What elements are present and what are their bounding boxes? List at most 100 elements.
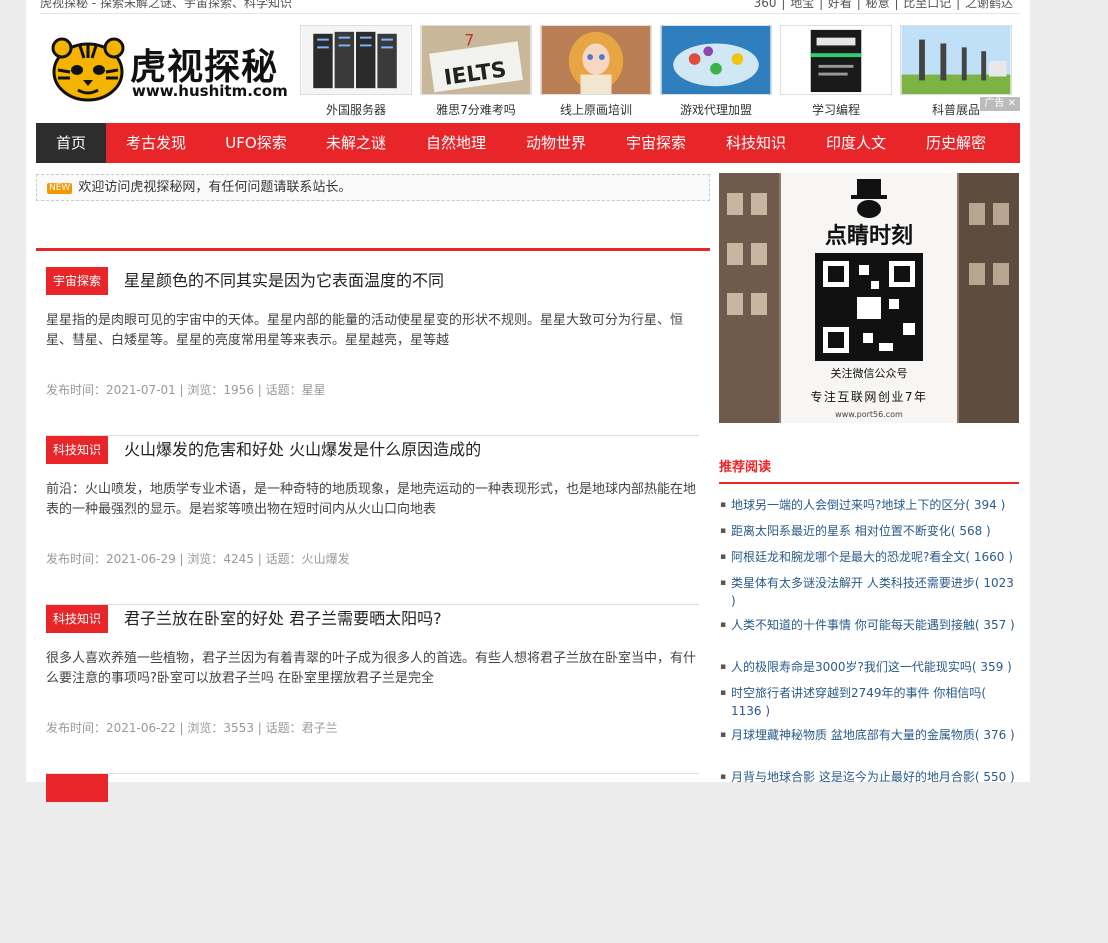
recommend-heading: 推荐阅读 bbox=[719, 456, 1019, 484]
topic-link[interactable]: 君子兰 bbox=[302, 721, 338, 735]
site-url: www.hushitm.com bbox=[132, 82, 288, 100]
view-count: ( 1660 ) bbox=[965, 550, 1013, 564]
recommend-title[interactable]: 月球埋藏神秘物质 盆地底部有大量的金属物质 bbox=[731, 728, 975, 742]
nav-item-science[interactable]: 科技知识 bbox=[706, 123, 806, 163]
nav-item-mysteries[interactable]: 未解之谜 bbox=[306, 123, 406, 163]
side-ad-brand: 点睛时刻 bbox=[825, 223, 913, 249]
topic-link[interactable]: 火山爆发 bbox=[302, 552, 350, 566]
recommend-title[interactable]: 类星体有太多谜没法解开 人类科技还需要进步 bbox=[731, 576, 975, 590]
category-tag[interactable] bbox=[46, 774, 108, 802]
category-tag[interactable]: 科技知识 bbox=[46, 605, 108, 633]
top-link[interactable]: 地宝 bbox=[790, 0, 814, 10]
nav-item-ufo[interactable]: UFO探索 bbox=[206, 123, 306, 163]
close-icon[interactable]: ✕ bbox=[1008, 98, 1016, 109]
recommend-heading-text: 推荐阅读 bbox=[719, 460, 772, 475]
recommend-title[interactable]: 阿根廷龙和腕龙哪个是最大的恐龙呢?看全文 bbox=[731, 550, 965, 564]
article-meta: 发布时间：2021-06-22 | 浏览：3553 | 话题：君子兰 bbox=[46, 719, 338, 736]
article-meta: 发布时间：2021-07-01 | 浏览：1956 | 话题：星星 bbox=[46, 381, 326, 398]
recommend-item[interactable]: 人的极限寿命是3000岁?我们这一代能现实吗( 359 ) bbox=[719, 658, 1019, 676]
ad-caption: 线上原画培训 bbox=[559, 103, 632, 117]
article-meta-text: 发布时间：2021-06-29 | 浏览：4245 | 话题： bbox=[46, 552, 302, 566]
svg-text:7: 7 bbox=[464, 31, 474, 49]
article-item: 科技知识 君子兰放在卧室的好处 君子兰需要晒太阳吗? 很多人喜欢养殖一些植物，君… bbox=[46, 605, 699, 774]
article-summary: 很多人喜欢养殖一些植物，君子兰因为有着青翠的叶子成为很多人的首选。有些人想将君子… bbox=[46, 651, 697, 686]
ad-caption: 游戏代理加盟 bbox=[679, 103, 752, 117]
site-logo[interactable]: 虎视探秘 www.hushitm.com bbox=[50, 36, 288, 104]
nav-item-geography[interactable]: 自然地理 bbox=[406, 123, 506, 163]
ad-item[interactable]: 线上原画培训 bbox=[540, 25, 652, 117]
top-link[interactable]: 360 bbox=[754, 0, 777, 10]
hacker-book-icon bbox=[780, 25, 892, 95]
recommend-title[interactable]: 人的极限寿命是3000岁?我们这一代能现实吗 bbox=[731, 660, 972, 674]
ielts-book-icon: IELTS 7 bbox=[420, 25, 532, 95]
tiger-logo-icon bbox=[51, 37, 125, 102]
notice-text: 欢迎访问虎视探秘网，有任何问题请联系站长。 bbox=[78, 180, 352, 195]
view-count: ( 568 ) bbox=[950, 524, 991, 538]
top-ad-strip: 外国服务器 IELTS 7 雅思7分难考吗 线上原画培训 游戏代理加盟 学习编程… bbox=[300, 25, 1020, 117]
top-link[interactable]: 好看 bbox=[828, 0, 852, 10]
article-list: 宇宙探索 星星颜色的不同其实是因为它表面温度的不同 星星指的是肉眼可见的宇宙中的… bbox=[36, 248, 710, 802]
category-tag[interactable]: 科技知识 bbox=[46, 436, 108, 464]
side-ad-banner[interactable]: 点睛时刻 关注微信公众号 专注互联网创业7年 www.port56.com bbox=[719, 173, 1019, 423]
site-tagline: 虎视探秘 - 探索未解之谜、宇宙探索、科学知识 bbox=[40, 0, 292, 10]
recommend-item[interactable]: 人类不知道的十件事情 你可能每天能遇到接触( 357 ) bbox=[719, 616, 1019, 634]
top-link[interactable]: 比至口记 bbox=[903, 0, 951, 10]
recommend-title[interactable]: 距离太阳系最近的星系 相对位置不断变化 bbox=[731, 524, 951, 538]
recommend-item[interactable]: 月球埋藏神秘物质 盆地底部有大量的金属物质( 376 ) bbox=[719, 726, 1019, 744]
top-bar: 虎视探秘 - 探索未解之谜、宇宙探索、科学知识 360 | 地宝 | 好看 | … bbox=[40, 0, 1020, 14]
ad-item[interactable]: 外国服务器 bbox=[300, 25, 412, 117]
top-link[interactable]: 之谢鹤达 bbox=[965, 0, 1013, 10]
nav-item-home[interactable]: 首页 bbox=[36, 123, 106, 163]
nav-item-animals[interactable]: 动物世界 bbox=[506, 123, 606, 163]
view-count: ( 376 ) bbox=[974, 728, 1015, 742]
ad-label-text: 广告 bbox=[984, 98, 1005, 109]
article-meta-text: 发布时间：2021-07-01 | 浏览：1956 | 话题： bbox=[46, 383, 302, 397]
view-count: ( 359 ) bbox=[971, 660, 1012, 674]
recommend-title[interactable]: 地球另一端的人会倒过来吗?地球上下的区分 bbox=[731, 498, 965, 512]
side-ad-slogan: 专注互联网创业7年 bbox=[810, 389, 927, 404]
article-title[interactable]: 君子兰放在卧室的好处 君子兰需要晒太阳吗? bbox=[124, 605, 442, 633]
article-title[interactable]: 星星颜色的不同其实是因为它表面温度的不同 bbox=[124, 267, 444, 295]
article-item bbox=[46, 774, 699, 943]
anime-art-icon bbox=[540, 25, 652, 95]
side-ad-site: www.port56.com bbox=[835, 410, 903, 419]
recommend-item[interactable]: 月背与地球合影 这是迄今为止最好的地月合影( 550 ) bbox=[719, 768, 1019, 786]
server-rack-icon bbox=[300, 25, 412, 95]
ad-item[interactable]: 学习编程 bbox=[780, 25, 892, 117]
ad-label[interactable]: 广告 ✕ bbox=[980, 97, 1020, 111]
nav-item-history[interactable]: 历史解密 bbox=[906, 123, 1006, 163]
topic-link[interactable]: 星星 bbox=[302, 383, 326, 397]
game-map-icon bbox=[660, 25, 772, 95]
recommend-item[interactable]: 地球另一端的人会倒过来吗?地球上下的区分( 394 ) bbox=[719, 496, 1019, 514]
view-count: ( 357 ) bbox=[974, 618, 1015, 632]
article-item: 宇宙探索 星星颜色的不同其实是因为它表面温度的不同 星星指的是肉眼可见的宇宙中的… bbox=[46, 267, 699, 436]
article-meta-text: 发布时间：2021-06-22 | 浏览：3553 | 话题： bbox=[46, 721, 302, 735]
ad-item[interactable]: 游戏代理加盟 bbox=[660, 25, 772, 117]
nav-item-archaeology[interactable]: 考古发现 bbox=[106, 123, 206, 163]
nav-item-universe[interactable]: 宇宙探索 bbox=[606, 123, 706, 163]
ad-caption: 外国服务器 bbox=[325, 103, 386, 117]
recommend-item[interactable]: 阿根廷龙和腕龙哪个是最大的恐龙呢?看全文( 1660 ) bbox=[719, 548, 1019, 566]
notice-bar: NEW 欢迎访问虎视探秘网，有任何问题请联系站长。 bbox=[36, 174, 710, 201]
ad-caption: 学习编程 bbox=[811, 103, 860, 117]
category-tag[interactable]: 宇宙探索 bbox=[46, 267, 108, 295]
recommend-item[interactable]: 类星体有太多谜没法解开 人类科技还需要进步( 1023 ) bbox=[719, 574, 1019, 610]
recommend-item[interactable]: 距离太阳系最近的星系 相对位置不断变化( 568 ) bbox=[719, 522, 1019, 540]
nav-item-india[interactable]: 印度人文 bbox=[806, 123, 906, 163]
recommend-item[interactable]: 时空旅行者讲述穿越到2749年的事件 你相信吗( 1136 ) bbox=[719, 684, 1019, 720]
ad-caption: 雅思7分难考吗 bbox=[436, 103, 516, 117]
recommend-title[interactable]: 时空旅行者讲述穿越到2749年的事件 你相信吗 bbox=[731, 686, 981, 700]
ad-item[interactable]: IELTS 7 雅思7分难考吗 bbox=[420, 25, 532, 117]
article-title[interactable]: 火山爆发的危害和好处 火山爆发是什么原因造成的 bbox=[124, 436, 481, 464]
article-summary: 星星指的是肉眼可见的宇宙中的天体。星星内部的能量的活动使星星变的形状不规则。星星… bbox=[46, 313, 684, 348]
main-nav: 首页 考古发现 UFO探索 未解之谜 自然地理 动物世界 宇宙探索 科技知识 印… bbox=[36, 123, 1020, 163]
top-links: 360 | 地宝 | 好看 | 秘意 | 比至口记 | 之谢鹤达 bbox=[753, 0, 1014, 11]
article-meta: 发布时间：2021-06-29 | 浏览：4245 | 话题：火山爆发 bbox=[46, 550, 350, 567]
recommend-title[interactable]: 人类不知道的十件事情 你可能每天能遇到接触 bbox=[731, 618, 975, 632]
top-link[interactable]: 秘意 bbox=[866, 0, 890, 10]
article-item: 科技知识 火山爆发的危害和好处 火山爆发是什么原因造成的 前沿：火山喷发，地质学… bbox=[46, 436, 699, 605]
street-lamp-icon bbox=[900, 25, 1012, 95]
side-ad-qr-caption: 关注微信公众号 bbox=[831, 366, 908, 380]
view-count: ( 394 ) bbox=[965, 498, 1006, 512]
new-badge: NEW bbox=[47, 183, 73, 194]
